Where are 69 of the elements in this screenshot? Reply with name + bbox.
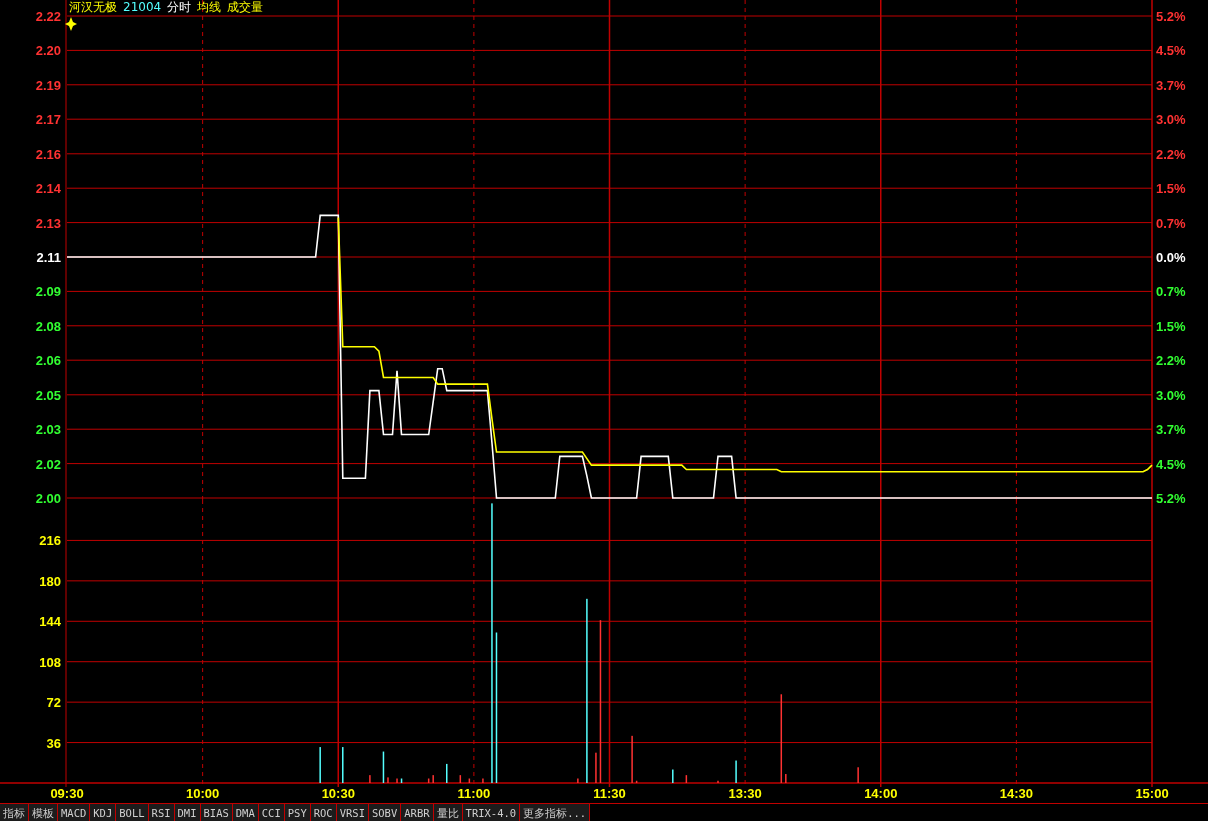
price-axis-label: 2.06 (35, 353, 61, 369)
time-axis-label: 11:00 (457, 786, 491, 801)
percent-axis-label: 0.0% (1156, 250, 1186, 265)
price-axis-label: 2.00 (35, 491, 61, 506)
price-axis-label: 2.19 (35, 77, 61, 93)
indicator-tab[interactable]: MACD (58, 804, 91, 821)
star-icon (65, 17, 77, 31)
price-axis-label: 2.16 (35, 146, 61, 162)
time-axis-label: 13:30 (728, 786, 762, 801)
indicator-tab[interactable]: KDJ (90, 804, 117, 821)
percent-axis-label: 3.0% (1156, 112, 1186, 128)
indicator-tab[interactable]: TRIX-4.0 (462, 804, 521, 821)
volume-axis-label: 144 (39, 614, 61, 630)
percent-axis-label: 0.7% (1156, 215, 1186, 231)
indicator-tab[interactable]: RSI (148, 804, 175, 821)
percent-axis-label: 2.2% (1156, 353, 1186, 369)
price-axis-label: 2.08 (35, 318, 61, 334)
price-axis-label: 2.13 (35, 215, 61, 231)
header-label: 21004 (123, 0, 162, 14)
volume-axis-label: 180 (39, 573, 61, 589)
percent-axis-label: 3.7% (1156, 77, 1186, 93)
indicator-tab[interactable]: VRSI (336, 804, 369, 821)
indicator-tab[interactable]: BIAS (200, 804, 233, 821)
percent-axis-label: 4.5% (1156, 43, 1186, 59)
indicator-tab[interactable]: SOBV (368, 804, 402, 821)
percent-axis-label: 2.2% (1156, 146, 1186, 162)
volume-axis-label: 36 (46, 735, 61, 751)
time-axis-label: 11:30 (593, 786, 626, 801)
percent-axis-label: 5.2% (1156, 9, 1186, 24)
legend-label: 均线 (197, 0, 222, 14)
indicator-tab[interactable]: CCI (258, 804, 285, 821)
indicator-tab[interactable]: DMA (232, 804, 259, 821)
indicator-tab[interactable]: DMI (174, 804, 201, 821)
price-axis-label: 2.02 (35, 456, 61, 472)
legend-label: 分时 (167, 0, 192, 14)
time-axis-label: 15:00 (1135, 786, 1169, 801)
price-axis-label: 2.17 (35, 112, 61, 128)
indicator-tab[interactable]: 更多指标... (520, 804, 591, 821)
percent-axis-label: 3.0% (1156, 387, 1186, 403)
indicator-tab[interactable]: 量比 (433, 804, 463, 821)
price-axis-label: 2.09 (35, 284, 61, 300)
indicator-tab[interactable]: PSY (284, 804, 311, 821)
time-axis-label: 14:30 (999, 786, 1033, 801)
header-label: 河汉无极 (69, 0, 117, 14)
price-axis-label: 2.22 (35, 9, 61, 24)
indicator-tab[interactable]: BOLL (116, 804, 149, 821)
time-axis-label: 10:30 (321, 786, 355, 801)
time-axis-label: 09:30 (50, 786, 84, 801)
indicator-tab[interactable]: 模板 (29, 804, 58, 821)
legend-label: 成交量 (227, 0, 264, 14)
percent-axis-label: 4.5% (1156, 456, 1186, 472)
percent-axis-label: 1.5% (1156, 318, 1186, 334)
percent-axis-label: 5.2% (1156, 491, 1186, 506)
price-axis-label: 2.11 (36, 250, 61, 265)
time-axis-label: 14:00 (864, 786, 898, 801)
price-axis-label: 2.14 (35, 181, 61, 197)
percent-axis-label: 0.7% (1156, 284, 1186, 300)
percent-axis-label: 1.5% (1156, 181, 1186, 197)
price-axis-label: 2.03 (35, 422, 61, 438)
indicator-tab[interactable]: ARBR (401, 804, 434, 821)
volume-axis-label: 108 (39, 654, 61, 670)
volume-axis-label: 216 (39, 533, 61, 549)
time-axis-label: 10:00 (186, 786, 220, 801)
volume-axis-label: 72 (46, 695, 61, 711)
percent-axis-label: 3.7% (1156, 422, 1186, 438)
price-axis-label: 2.20 (35, 43, 61, 59)
indicator-tab[interactable]: 指标 (0, 804, 29, 821)
indicator-tab[interactable]: ROC (310, 804, 337, 821)
price-axis-label: 2.05 (35, 387, 61, 403)
